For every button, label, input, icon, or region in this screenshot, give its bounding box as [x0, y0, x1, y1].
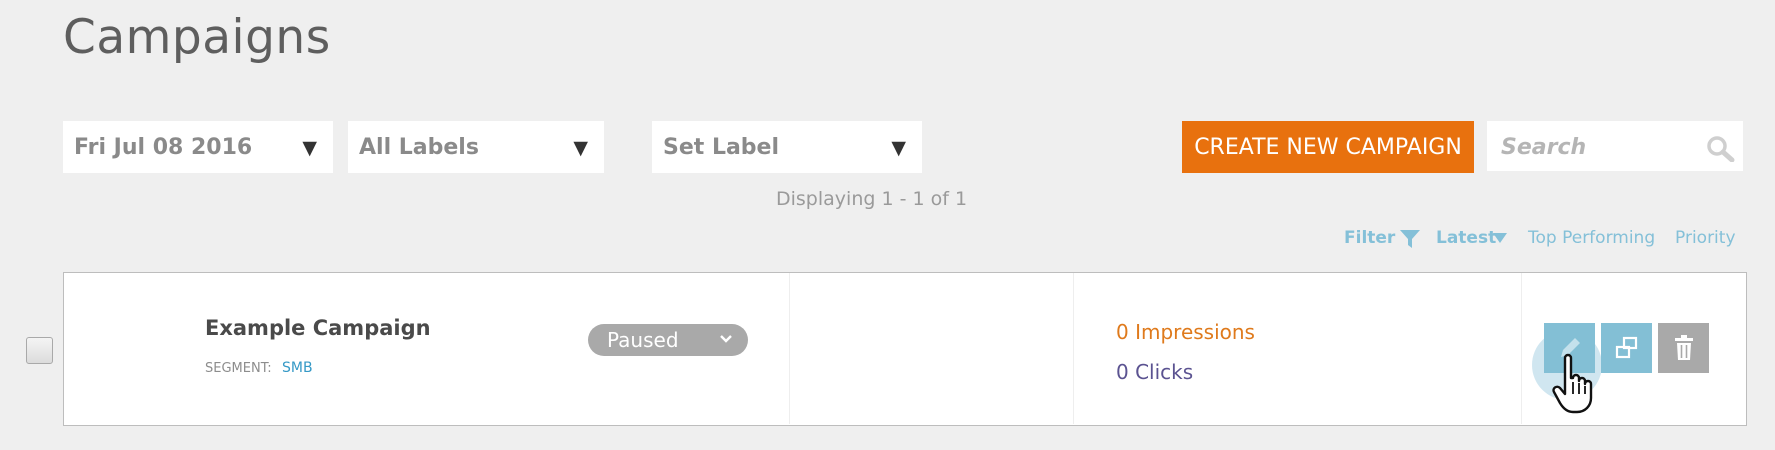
sort-top-performing[interactable]: Top Performing [1528, 228, 1655, 248]
duplicate-icon [1615, 336, 1637, 359]
sort-latest[interactable]: Latest [1436, 228, 1496, 248]
funnel-icon[interactable] [1398, 227, 1422, 251]
delete-button[interactable] [1658, 323, 1709, 373]
segment-label: SEGMENT: [205, 361, 272, 376]
campaign-row [63, 272, 1747, 426]
set-label-select-value: Set Label [663, 134, 780, 160]
trash-icon [1674, 335, 1693, 360]
date-select[interactable]: Fri Jul 08 2016 ▼ [63, 121, 333, 173]
caret-down-icon[interactable] [1492, 232, 1508, 244]
labels-select[interactable]: All Labels ▼ [348, 121, 604, 173]
clicks-count: 0 Clicks [1116, 360, 1194, 384]
status-dropdown[interactable]: Paused [588, 324, 748, 356]
campaign-select-checkbox[interactable] [26, 337, 53, 364]
hand-cursor-icon [1552, 353, 1593, 414]
status-value: Paused [607, 328, 679, 352]
date-select-value: Fri Jul 08 2016 [74, 134, 253, 160]
caret-down-icon: ▼ [302, 137, 317, 159]
campaign-name[interactable]: Example Campaign [205, 316, 431, 340]
column-divider [789, 273, 790, 424]
filter-link[interactable]: Filter [1344, 228, 1395, 248]
column-divider [1073, 273, 1074, 424]
caret-down-icon: ▼ [573, 137, 588, 159]
search-icon[interactable] [1705, 134, 1735, 162]
pagination-status: Displaying 1 - 1 of 1 [776, 188, 968, 210]
chevron-down-icon [720, 335, 732, 343]
caret-down-icon: ▼ [891, 137, 906, 159]
duplicate-button[interactable] [1601, 323, 1652, 373]
search-input[interactable] [1499, 131, 1703, 163]
set-label-select[interactable]: Set Label ▼ [652, 121, 922, 173]
search-box [1487, 121, 1743, 171]
impressions-count: 0 Impressions [1116, 320, 1255, 344]
page-title: Campaigns [63, 10, 331, 65]
labels-select-value: All Labels [359, 134, 479, 160]
sort-priority[interactable]: Priority [1675, 228, 1736, 248]
create-new-campaign-button[interactable]: CREATE NEW CAMPAIGN [1182, 121, 1474, 173]
segment-link[interactable]: SMB [282, 360, 313, 376]
column-divider [1521, 273, 1522, 424]
